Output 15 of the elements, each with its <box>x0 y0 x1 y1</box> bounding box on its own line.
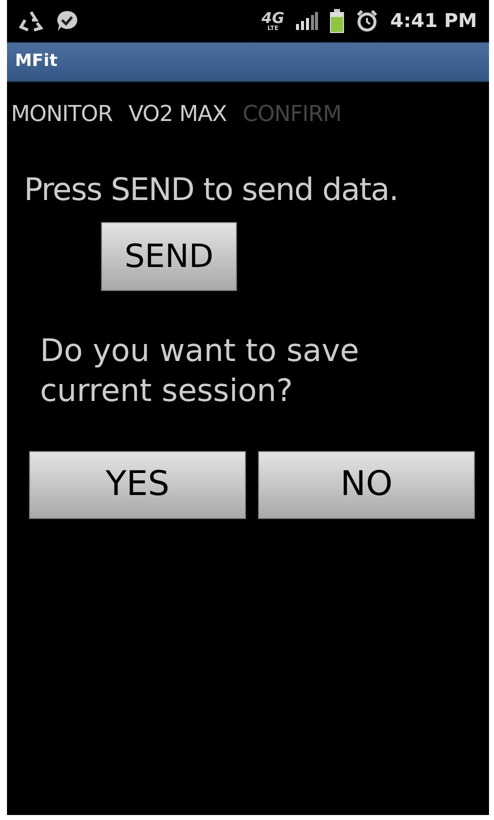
signal-icon <box>296 12 318 30</box>
battery-icon <box>330 9 344 33</box>
send-prompt: Press SEND to send data. <box>24 171 400 210</box>
dialog-button[interactable]: YES <box>29 450 246 518</box>
save-question: Do you want to save current session? <box>40 332 360 410</box>
chat-check-icon <box>55 9 79 33</box>
tab[interactable]: VO2 MAX <box>128 98 227 131</box>
window-title: MFit <box>15 50 58 74</box>
network-label: 4G <box>262 10 284 26</box>
send-button[interactable]: SEND <box>101 222 237 290</box>
dialog-button[interactable]: NO <box>258 450 475 518</box>
clock-time: 4:41 PM <box>390 8 477 34</box>
alarm-clock-icon <box>356 10 378 32</box>
tab[interactable]: MONITOR <box>11 98 112 131</box>
recycle-icon <box>19 10 43 32</box>
